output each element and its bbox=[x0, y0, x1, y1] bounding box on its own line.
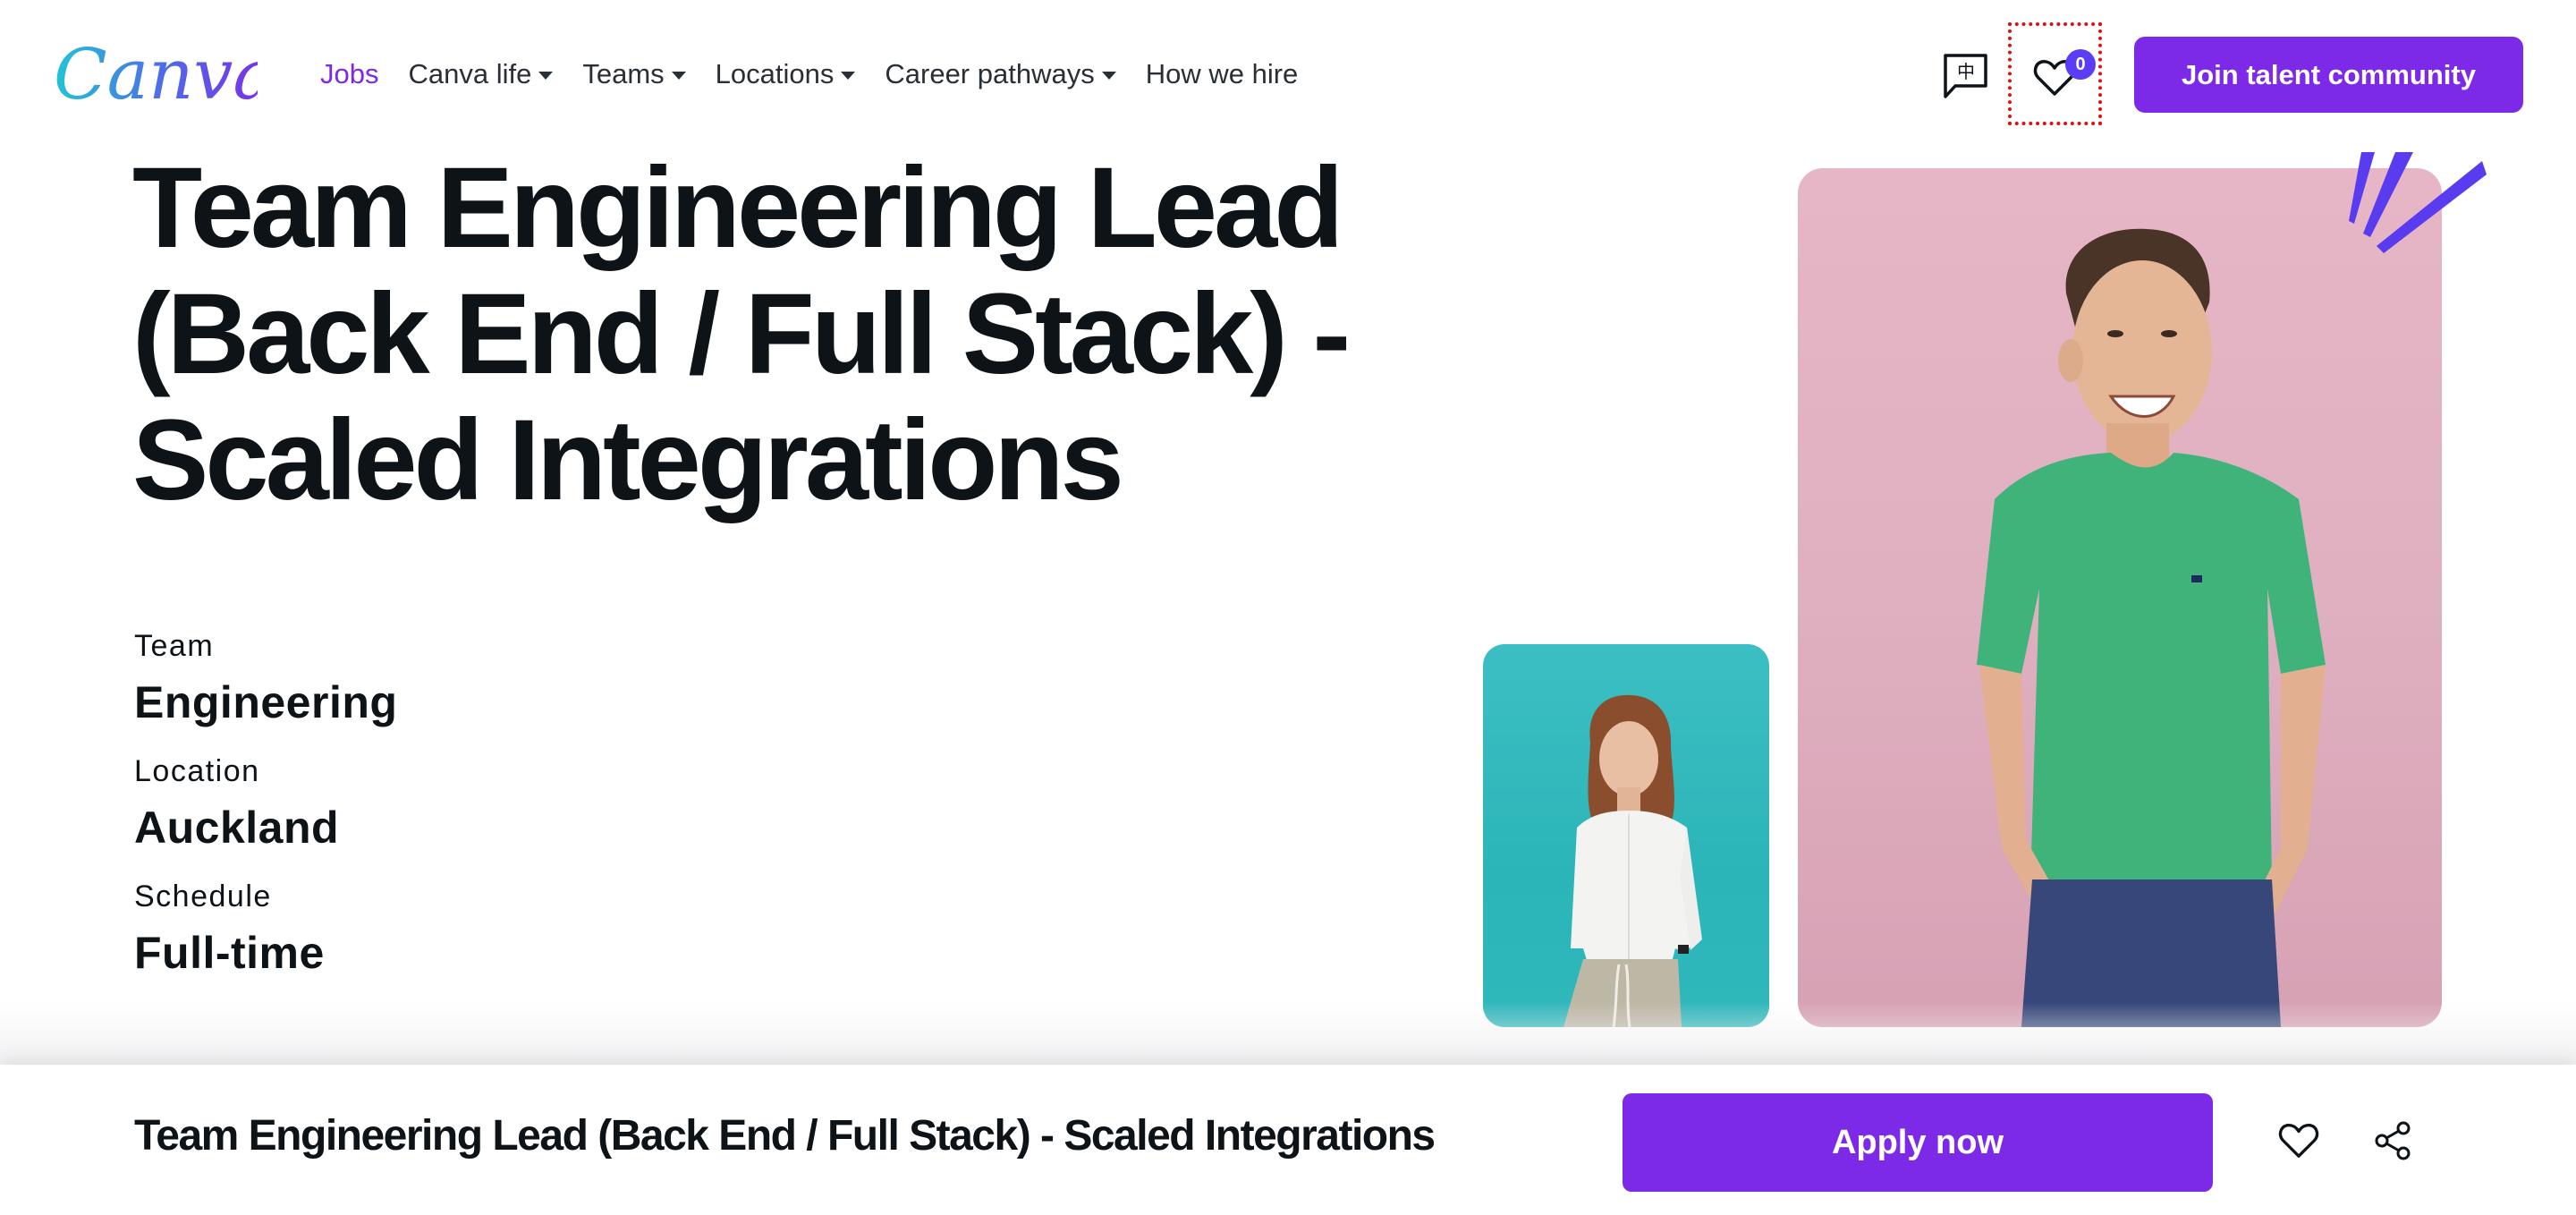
team-label: Team bbox=[134, 629, 215, 663]
language-chat-icon: 中 bbox=[1944, 54, 1987, 98]
apply-now-button[interactable]: Apply now bbox=[1623, 1093, 2213, 1192]
schedule-value: Full-time bbox=[134, 928, 325, 978]
nav-item-label: Teams bbox=[582, 58, 665, 89]
nav-item-jobs[interactable]: Jobs bbox=[320, 58, 378, 90]
heart-icon bbox=[2278, 1123, 2319, 1158]
job-title: Team Engineering Lead (Back End / Full S… bbox=[132, 145, 1474, 523]
share-job-button[interactable] bbox=[2366, 1114, 2419, 1168]
top-navigation: Canva Jobs Canva life Teams Locations Ca… bbox=[0, 0, 2576, 148]
person-illustration bbox=[1977, 228, 2326, 1027]
job-title-line: Team Engineering Lead bbox=[132, 144, 1343, 272]
save-job-button[interactable] bbox=[2272, 1114, 2326, 1168]
location-label: Location bbox=[134, 754, 260, 788]
caret-down-icon bbox=[1101, 71, 1116, 80]
favorites-count-badge: 0 bbox=[2065, 49, 2096, 80]
schedule-label: Schedule bbox=[134, 879, 272, 913]
nav-item-label: Career pathways bbox=[885, 58, 1095, 89]
job-details: Team Engineering Location Auckland Sched… bbox=[134, 626, 397, 1002]
employee-photo-man bbox=[1798, 168, 2442, 1027]
favorites-button[interactable]: 0 bbox=[2008, 22, 2102, 125]
decorative-brush-strokes bbox=[2349, 152, 2487, 253]
nav-item-canva-life[interactable]: Canva life bbox=[408, 58, 554, 90]
employee-photo-woman bbox=[1483, 644, 1769, 1027]
job-title-line: (Back End / Full Stack) - bbox=[132, 270, 1351, 398]
sticky-job-title: Team Engineering Lead (Back End / Full S… bbox=[134, 1112, 1436, 1160]
nav-item-teams[interactable]: Teams bbox=[582, 58, 686, 90]
sticky-apply-bar: Team Engineering Lead (Back End / Full S… bbox=[0, 1065, 2576, 1215]
svg-text:中: 中 bbox=[1957, 61, 1975, 82]
language-switch-button[interactable]: 中 bbox=[1941, 50, 1991, 100]
nav-item-career-pathways[interactable]: Career pathways bbox=[885, 58, 1116, 90]
location-value: Auckland bbox=[134, 803, 340, 853]
person-illustration bbox=[1563, 694, 1702, 1027]
nav-item-label: How we hire bbox=[1145, 58, 1299, 89]
nav-item-label: Canva life bbox=[408, 58, 532, 89]
join-talent-community-button[interactable]: Join talent community bbox=[2134, 37, 2523, 113]
team-value: Engineering bbox=[134, 677, 398, 727]
nav-item-locations[interactable]: Locations bbox=[716, 58, 856, 90]
svg-text:Canva: Canva bbox=[54, 35, 258, 115]
job-title-line: Scaled Integrations bbox=[132, 396, 1124, 524]
nav-links: Jobs Canva life Teams Locations Career p… bbox=[320, 54, 1327, 95]
caret-down-icon bbox=[841, 71, 856, 80]
nav-item-how-we-hire[interactable]: How we hire bbox=[1146, 58, 1299, 90]
caret-down-icon bbox=[538, 71, 554, 80]
canva-logo[interactable]: Canva bbox=[52, 32, 258, 117]
caret-down-icon bbox=[671, 71, 686, 80]
nav-item-label: Jobs bbox=[320, 58, 379, 89]
share-icon bbox=[2375, 1121, 2411, 1160]
nav-item-label: Locations bbox=[715, 58, 835, 89]
